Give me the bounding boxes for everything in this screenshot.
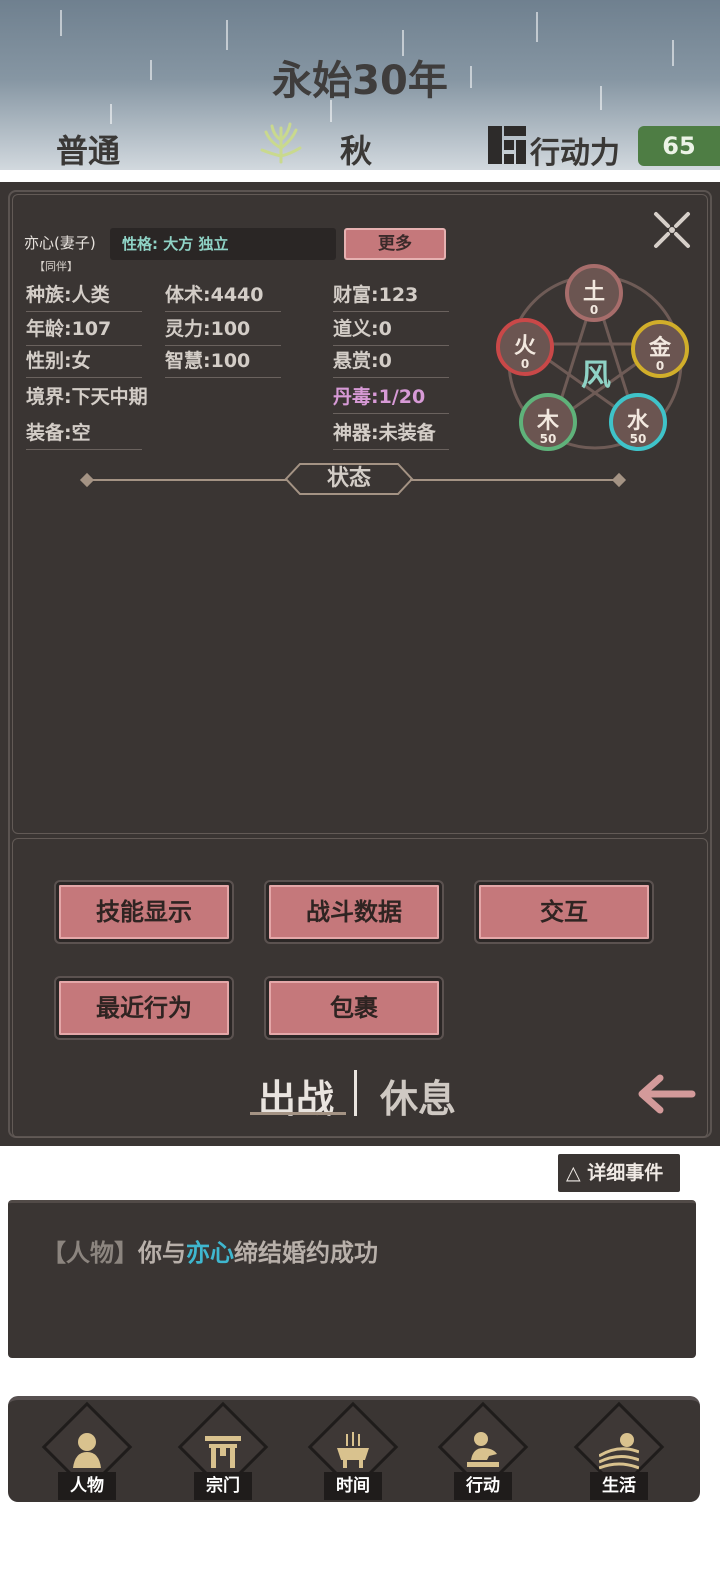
action-points-value: 65 bbox=[638, 126, 720, 166]
element-fire: 火 0 bbox=[496, 318, 554, 376]
event-entry: 【人物】你与亦心缔结婚约成功 bbox=[42, 1233, 378, 1268]
stat-gender: 性别:女 bbox=[26, 348, 142, 378]
reed-icon bbox=[260, 122, 302, 164]
element-metal-glyph: 金 bbox=[648, 336, 671, 361]
element-fire-glyph: 火 bbox=[513, 334, 536, 359]
gate-icon bbox=[205, 1436, 241, 1468]
stat-wealth: 财富:123 bbox=[333, 282, 449, 312]
deploy-rest-toggle[interactable]: 休息 bbox=[380, 1068, 456, 1123]
nav-life-label: 生活 bbox=[590, 1472, 648, 1500]
field-sun-icon bbox=[599, 1433, 639, 1470]
rain-streak bbox=[110, 104, 112, 124]
element-wood-glyph: 木 bbox=[536, 409, 559, 434]
deploy-separator bbox=[354, 1070, 357, 1116]
stat-body: 体术:4440 bbox=[165, 282, 281, 312]
difficulty-label: 普通 bbox=[56, 132, 121, 170]
person-icon bbox=[73, 1433, 101, 1468]
element-metal-value: 0 bbox=[655, 359, 665, 373]
event-text-pre: 你与 bbox=[138, 1239, 186, 1267]
back-arrow-icon[interactable] bbox=[636, 1072, 696, 1116]
stat-artifact: 神器:未装备 bbox=[333, 420, 449, 450]
close-icon[interactable] bbox=[650, 208, 694, 252]
character-name: 亦心(妻子) bbox=[24, 234, 96, 252]
nav-sect-label: 宗门 bbox=[194, 1472, 252, 1500]
nav-sect[interactable]: 宗门 bbox=[174, 1401, 272, 1504]
top-header: 永始30年 普通 秋 行动力 65 bbox=[0, 0, 720, 176]
recent-actions-button[interactable]: 最近行为 bbox=[54, 976, 234, 1040]
stat-bounty: 悬赏:0 bbox=[333, 348, 449, 378]
season-label: 秋 bbox=[340, 132, 373, 170]
nav-action[interactable]: 行动 bbox=[434, 1401, 532, 1504]
stat-realm: 境界:下天中期 bbox=[26, 386, 148, 408]
event-category: 【人物】 bbox=[42, 1239, 138, 1267]
skills-button[interactable]: 技能显示 bbox=[54, 880, 234, 944]
element-metal: 金 0 bbox=[631, 320, 689, 378]
element-wood: 木 50 bbox=[519, 393, 577, 451]
element-center-wind: 风 bbox=[581, 358, 611, 393]
stat-wisdom: 智慧:100 bbox=[165, 348, 281, 378]
action-points-label: 行动力 bbox=[530, 136, 620, 171]
divider-line bbox=[92, 479, 292, 481]
stat-age: 年龄:107 bbox=[26, 316, 142, 346]
event-character-link[interactable]: 亦心 bbox=[186, 1239, 234, 1267]
rain-streak bbox=[226, 20, 228, 50]
divider-line bbox=[410, 479, 618, 481]
nav-character[interactable]: 人物 bbox=[38, 1401, 136, 1504]
event-log: 【人物】你与亦心缔结婚约成功 bbox=[8, 1200, 696, 1358]
stat-race: 种族:人类 bbox=[26, 282, 142, 312]
stat-pill-poison: 丹毒:1/20 bbox=[333, 384, 449, 414]
game-screen: { "header": { "year": "永始30年", "mode": "… bbox=[0, 0, 720, 1592]
element-earth-value: 0 bbox=[589, 303, 599, 317]
element-earth: 土 0 bbox=[565, 264, 623, 322]
bag-button[interactable]: 包裹 bbox=[264, 976, 444, 1040]
element-earth-glyph: 土 bbox=[582, 280, 605, 305]
companion-tag: 【同伴】 bbox=[34, 260, 78, 273]
detail-events-button[interactable]: △ 详细事件 bbox=[558, 1154, 680, 1192]
event-text-post: 缔结婚约成功 bbox=[234, 1239, 378, 1267]
year-title: 永始30年 bbox=[272, 58, 448, 104]
rain-streak bbox=[60, 10, 62, 36]
action-points-icon bbox=[488, 126, 526, 164]
battle-data-button[interactable]: 战斗数据 bbox=[264, 880, 444, 944]
battle-selected-underline bbox=[250, 1112, 346, 1115]
personality-box: 性格: 大方 独立 bbox=[110, 228, 336, 260]
interact-button[interactable]: 交互 bbox=[474, 880, 654, 944]
element-water: 水 50 bbox=[609, 393, 667, 451]
nav-time-label: 时间 bbox=[324, 1472, 382, 1500]
nav-life[interactable]: 生活 bbox=[570, 1401, 668, 1504]
header-divider bbox=[0, 170, 720, 182]
element-fire-value: 0 bbox=[520, 357, 530, 371]
meditating-figure-icon bbox=[467, 1432, 499, 1467]
element-water-value: 50 bbox=[629, 432, 647, 446]
stat-spirit: 灵力:100 bbox=[165, 316, 281, 346]
rain-streak bbox=[536, 12, 538, 42]
nav-time[interactable]: 时间 bbox=[304, 1401, 402, 1504]
element-water-glyph: 水 bbox=[626, 409, 649, 434]
nav-action-label: 行动 bbox=[454, 1472, 512, 1500]
stat-equipment: 装备:空 bbox=[26, 420, 142, 450]
more-button[interactable]: 更多 bbox=[344, 228, 446, 260]
status-title: 状态 bbox=[326, 466, 371, 491]
stat-righteousness: 道义:0 bbox=[333, 316, 449, 346]
nav-character-label: 人物 bbox=[58, 1472, 116, 1500]
element-wood-value: 50 bbox=[539, 432, 557, 446]
incense-burner-icon bbox=[337, 1432, 369, 1468]
